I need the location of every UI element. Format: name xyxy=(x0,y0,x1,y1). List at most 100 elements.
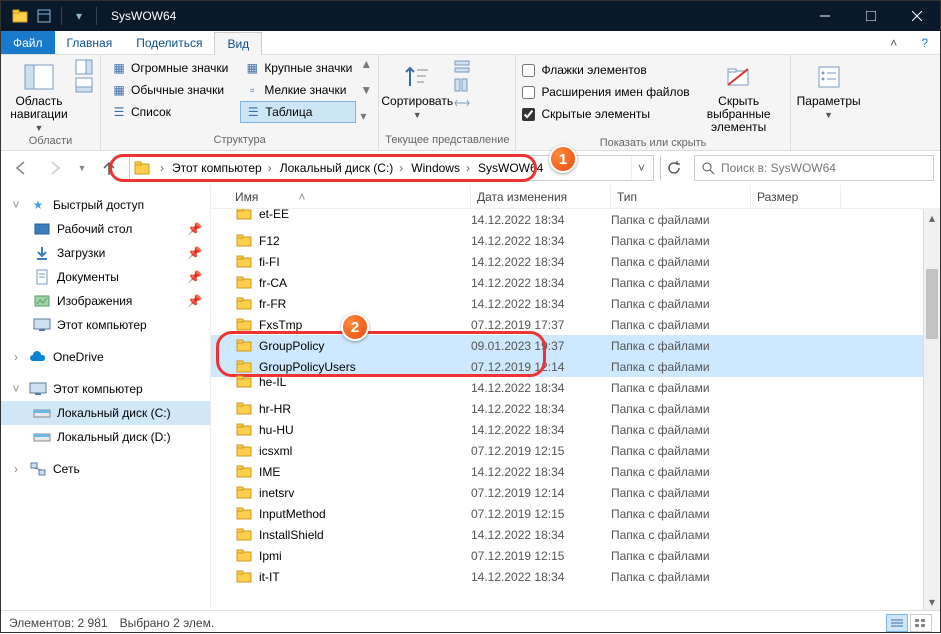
sidebar-item[interactable]: Изображения📌 xyxy=(1,289,210,313)
view-details-button[interactable] xyxy=(886,614,908,632)
pin-icon: 📌 xyxy=(187,270,202,284)
pin-icon: 📌 xyxy=(187,246,202,260)
vertical-scrollbar[interactable]: ▴ ▾ xyxy=(923,209,940,610)
sidebar-item[interactable]: Рабочий стол📌 xyxy=(1,217,210,241)
table-row[interactable]: F1214.12.2022 18:34Папка с файлами xyxy=(211,230,940,251)
qat-dropdown-icon[interactable]: ▾ xyxy=(68,5,90,27)
folder-icon xyxy=(235,548,253,564)
chk-item-checkboxes[interactable]: Флажки элементов xyxy=(522,59,689,81)
table-row[interactable]: et-EE14.12.2022 18:34Папка с файлами xyxy=(211,209,940,230)
group-by-icon[interactable] xyxy=(453,59,471,75)
chk-extensions[interactable]: Расширения имен файлов xyxy=(522,81,689,103)
table-row[interactable]: icsxml07.12.2019 12:15Папка с файлами xyxy=(211,440,940,461)
crumb-syswow64: SysWOW64 xyxy=(474,156,547,180)
folder-icon xyxy=(235,296,253,312)
details-pane-icon[interactable] xyxy=(75,77,93,93)
drive-icon xyxy=(33,404,51,422)
options-button[interactable]: Параметры ▼ xyxy=(797,57,861,120)
close-button[interactable] xyxy=(894,1,940,31)
folder-icon xyxy=(235,527,253,543)
folder-icon xyxy=(235,209,253,222)
sidebar-item[interactable]: Документы📌 xyxy=(1,265,210,289)
nav-forward-button[interactable] xyxy=(41,154,69,182)
group-panes-label: Области xyxy=(7,133,94,149)
layout-small: ▫Мелкие значки xyxy=(240,79,356,101)
sidebar-item[interactable]: Загрузки📌 xyxy=(1,241,210,265)
table-row[interactable]: fi-FI14.12.2022 18:34Папка с файлами xyxy=(211,251,940,272)
table-row[interactable]: InputMethod07.12.2019 12:15Папка с файла… xyxy=(211,503,940,524)
nav-network[interactable]: › Сеть xyxy=(1,457,210,481)
table-row[interactable]: FxsTmp07.12.2019 17:37Папка с файлами xyxy=(211,314,940,335)
table-row[interactable]: he-IL14.12.2022 18:34Папка с файлами xyxy=(211,377,940,398)
scroll-down-icon[interactable]: ▾ xyxy=(924,593,940,610)
gallery-up-icon[interactable]: ▲ xyxy=(360,57,372,71)
folder-icon xyxy=(235,422,253,438)
nav-drive-c[interactable]: Локальный диск (C:) xyxy=(1,401,210,425)
nav-this-pc[interactable]: ˅ Этот компьютер xyxy=(1,377,210,401)
help-icon[interactable]: ? xyxy=(909,31,940,54)
scroll-thumb[interactable] xyxy=(926,269,938,339)
network-icon xyxy=(29,460,47,478)
status-count: Элементов: 2 981 xyxy=(9,616,108,630)
minimize-button[interactable] xyxy=(802,1,848,31)
breadcrumb[interactable]: › Этот компьютер› Локальный диск (C:)› W… xyxy=(129,155,654,181)
group-showhide-label: Показать или скрыть xyxy=(522,135,783,151)
col-name[interactable]: Имя˄ xyxy=(211,185,471,208)
layout-medium: ▦Обычные значки xyxy=(107,79,232,101)
nav-onedrive[interactable]: › OneDrive xyxy=(1,345,210,369)
gallery-down-icon[interactable]: ▼ xyxy=(360,83,372,97)
maximize-button[interactable] xyxy=(848,1,894,31)
folder-icon xyxy=(235,254,253,270)
folder-icon xyxy=(235,443,253,459)
size-columns-icon[interactable] xyxy=(453,95,471,111)
titlebar: ▾ SysWOW64 xyxy=(1,1,940,31)
tab-share[interactable]: Поделиться xyxy=(124,31,214,54)
address-dropdown-icon[interactable]: ˅ xyxy=(631,156,651,180)
nav-quick-access[interactable]: ˅ ★ Быстрый доступ xyxy=(1,193,210,217)
table-row[interactable]: fr-FR14.12.2022 18:34Папка с файлами xyxy=(211,293,940,314)
nav-item-icon xyxy=(33,220,51,238)
sort-button[interactable]: Сортировать ▼ xyxy=(385,57,449,120)
tab-view[interactable]: Вид xyxy=(214,32,262,55)
layout-list: ☰Список xyxy=(107,101,232,123)
folder-icon xyxy=(235,401,253,417)
folder-icon xyxy=(235,569,253,585)
crumb-windows: Windows› xyxy=(407,156,474,180)
nav-recent-dropdown[interactable]: ▼ xyxy=(75,154,89,182)
scroll-up-icon[interactable]: ▴ xyxy=(924,209,940,226)
drive-icon xyxy=(33,428,51,446)
table-row[interactable]: GroupPolicy09.01.2023 19:37Папка с файла… xyxy=(211,335,940,356)
col-type[interactable]: Тип xyxy=(611,185,751,208)
qat-properties-icon[interactable] xyxy=(33,5,55,27)
col-date[interactable]: Дата изменения xyxy=(471,185,611,208)
ribbon-collapse-icon[interactable]: ˄ xyxy=(878,31,909,54)
refresh-button[interactable] xyxy=(660,155,688,181)
table-row[interactable]: hu-HU14.12.2022 18:34Папка с файлами xyxy=(211,419,940,440)
nav-back-button[interactable] xyxy=(7,154,35,182)
col-size[interactable]: Размер xyxy=(751,185,841,208)
search-input[interactable]: Поиск в: SysWOW64 xyxy=(694,155,934,181)
nav-drive-d[interactable]: Локальный диск (D:) xyxy=(1,425,210,449)
chk-hidden[interactable]: Скрытые элементы xyxy=(522,103,689,125)
gallery-more-icon[interactable]: ▾ xyxy=(360,109,372,123)
table-row[interactable]: it-IT14.12.2022 18:34Папка с файлами xyxy=(211,566,940,587)
status-bar: Элементов: 2 981 Выбрано 2 элем. xyxy=(1,610,940,634)
nav-pane-button[interactable]: Область навигации ▼ xyxy=(7,57,71,133)
view-thumbnails-button[interactable] xyxy=(910,614,932,632)
pc-icon xyxy=(29,380,47,398)
hide-selected-button[interactable]: Скрыть выбранные элементы xyxy=(694,57,784,135)
tab-home[interactable]: Главная xyxy=(55,31,125,54)
layout-gallery[interactable]: ▦Огромные значки ▦Крупные значки ▦Обычны… xyxy=(107,57,356,123)
table-row[interactable]: IME14.12.2022 18:34Папка с файлами xyxy=(211,461,940,482)
table-row[interactable]: inetsrv07.12.2019 12:14Папка с файлами xyxy=(211,482,940,503)
nav-up-button[interactable] xyxy=(95,154,123,182)
table-row[interactable]: hr-HR14.12.2022 18:34Папка с файлами xyxy=(211,398,940,419)
sidebar-item[interactable]: Этот компьютер xyxy=(1,313,210,337)
preview-pane-icon[interactable] xyxy=(75,59,93,75)
tab-file[interactable]: Файл xyxy=(1,31,55,54)
table-row[interactable]: Ipmi07.12.2019 12:15Папка с файлами xyxy=(211,545,940,566)
options-icon xyxy=(813,61,845,93)
table-row[interactable]: fr-CA14.12.2022 18:34Папка с файлами xyxy=(211,272,940,293)
add-column-icon[interactable] xyxy=(453,77,471,93)
table-row[interactable]: InstallShield14.12.2022 18:34Папка с фай… xyxy=(211,524,940,545)
